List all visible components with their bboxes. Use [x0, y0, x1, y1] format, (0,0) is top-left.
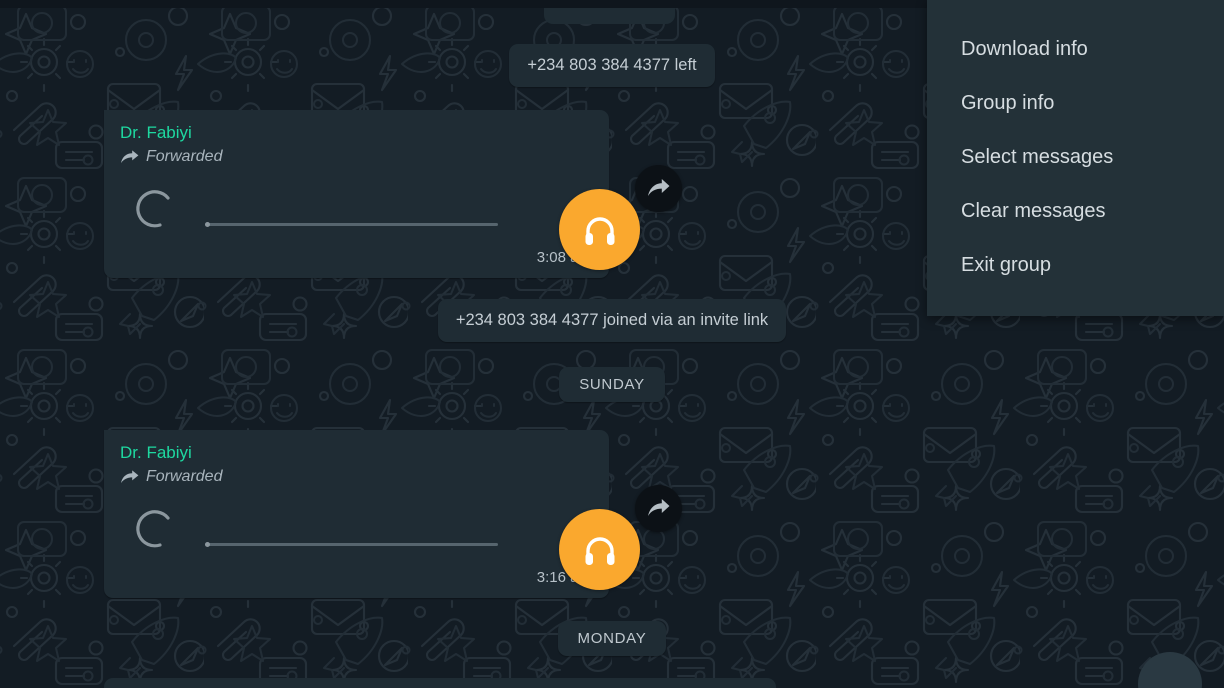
- date-divider-monday: MONDAY: [557, 621, 667, 656]
- audio-progress-bar[interactable]: [205, 542, 498, 548]
- menu-item-group-info[interactable]: Group info: [927, 76, 1224, 130]
- forward-message-button[interactable]: [635, 165, 682, 212]
- headphones-icon: [585, 217, 614, 245]
- audio-headphones-avatar[interactable]: [559, 509, 640, 591]
- menu-item-clear-messages[interactable]: Clear messages: [927, 184, 1224, 238]
- voice-player[interactable]: 3:16 am: [120, 490, 640, 591]
- voice-message-row: Dr. Fabiyi Forwarded 3:08 am: [104, 110, 682, 279]
- date-divider-sunday: SUNDAY: [559, 367, 665, 402]
- menu-item-download-info[interactable]: Download info: [927, 22, 1224, 76]
- voice-message-row: Dr. Fabiyi Forwarded 3:16 am: [104, 430, 682, 599]
- audio-headphones-avatar[interactable]: [559, 189, 640, 271]
- voice-player[interactable]: 3:08 am: [120, 170, 640, 271]
- forward-message-button[interactable]: [635, 485, 682, 532]
- forward-arrow-icon: [648, 499, 670, 516]
- message-sender-name: Dr. Fabiyi: [120, 123, 192, 142]
- headphones-icon: [585, 537, 614, 565]
- forward-arrow-icon: [648, 179, 670, 196]
- chat-overflow-menu: Download info Group info Select messages…: [927, 0, 1224, 316]
- forwarded-arrow-icon: [121, 150, 139, 163]
- audio-progress-bar[interactable]: [205, 222, 498, 228]
- menu-item-exit-group[interactable]: Exit group: [927, 238, 1224, 292]
- date-divider-row: SUNDAY: [0, 367, 1224, 402]
- chat-screen: +234 803 384 4377 left Dr. Fabiyi Forwar…: [0, 0, 1224, 688]
- forwarded-text: Forwarded: [146, 148, 223, 166]
- loading-spinner-icon: [136, 510, 170, 548]
- voice-message-bubble[interactable]: Dr. Fabiyi Forwarded 3:16 am: [104, 430, 640, 599]
- partial-system-bubble-top: [544, 8, 675, 24]
- date-divider-row: MONDAY: [0, 621, 1224, 656]
- system-message-joined: +234 803 384 4377 joined via an invite l…: [437, 299, 787, 343]
- system-message-left: +234 803 384 4377 left: [509, 44, 715, 88]
- loading-spinner-icon: [136, 190, 170, 228]
- forwarded-label: Forwarded: [120, 468, 593, 486]
- forwarded-label: Forwarded: [120, 148, 593, 166]
- forwarded-arrow-icon: [121, 470, 139, 483]
- partial-message-bubble-bottom: [104, 678, 776, 688]
- message-sender-name: Dr. Fabiyi: [120, 443, 192, 462]
- menu-item-select-messages[interactable]: Select messages: [927, 130, 1224, 184]
- voice-message-bubble[interactable]: Dr. Fabiyi Forwarded 3:08 am: [104, 110, 640, 279]
- forwarded-text: Forwarded: [146, 468, 223, 486]
